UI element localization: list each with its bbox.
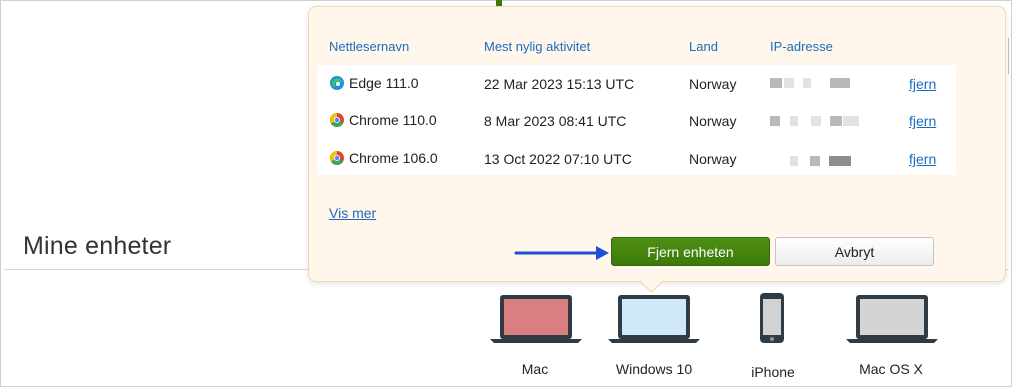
laptop-icon — [846, 295, 938, 343]
last-activity: 13 Oct 2022 07:10 UTC — [484, 151, 632, 167]
ip-redacted — [810, 156, 820, 166]
device-label: Mac — [521, 361, 549, 377]
column-header-ip: IP-adresse — [770, 39, 833, 54]
column-header-browser: Nettlesernavn — [329, 39, 410, 54]
ip-redacted — [770, 116, 780, 126]
cancel-button[interactable]: Avbryt — [775, 237, 934, 266]
laptop-icon — [608, 295, 700, 343]
ip-redacted — [830, 116, 842, 126]
laptop-screen — [504, 299, 568, 335]
browser-name: Edge 111.0 — [349, 75, 419, 91]
page-title: Mine enheter — [23, 232, 172, 260]
device-label: iPhone — [751, 364, 795, 380]
phone-icon — [760, 293, 784, 343]
ip-redacted — [790, 116, 798, 126]
device-label: Mac OS X — [859, 361, 923, 377]
ip-redacted — [790, 156, 798, 166]
device-mac-os-x[interactable] — [846, 294, 938, 344]
ip-redacted — [843, 116, 859, 126]
ip-redacted — [803, 78, 811, 88]
laptop-icon — [490, 295, 582, 343]
ip-redacted — [830, 78, 850, 88]
chrome-icon — [330, 151, 344, 165]
remove-device-button[interactable]: Fjern enheten — [611, 237, 770, 266]
browser-name: Chrome 106.0 — [349, 150, 438, 166]
ip-redacted — [811, 116, 821, 126]
last-activity: 22 Mar 2023 15:13 UTC — [484, 76, 635, 92]
show-more-link[interactable]: Vis mer — [329, 205, 376, 221]
ip-redacted — [770, 78, 782, 88]
column-header-country: Land — [689, 39, 718, 54]
remove-session-link[interactable]: fjern — [909, 76, 936, 92]
country: Norway — [689, 76, 737, 92]
device-mac[interactable] — [490, 294, 582, 344]
ip-redacted — [829, 156, 851, 166]
arrow-right-icon — [514, 246, 609, 260]
last-activity: 8 Mar 2023 08:41 UTC — [484, 113, 627, 129]
device-label: Windows 10 — [615, 361, 693, 377]
remove-session-link[interactable]: fjern — [909, 151, 936, 167]
device-iphone[interactable] — [759, 292, 785, 344]
ip-redacted — [784, 78, 794, 88]
browser-name: Chrome 110.0 — [349, 112, 437, 128]
column-header-activity: Mest nylig aktivitet — [484, 39, 591, 54]
scrollbar-edge — [1008, 38, 1009, 74]
country: Norway — [689, 151, 737, 167]
remove-session-link[interactable]: fjern — [909, 113, 936, 129]
chrome-icon — [330, 113, 344, 127]
country: Norway — [689, 113, 737, 129]
edge-icon — [330, 76, 344, 90]
device-windows[interactable] — [608, 294, 700, 344]
